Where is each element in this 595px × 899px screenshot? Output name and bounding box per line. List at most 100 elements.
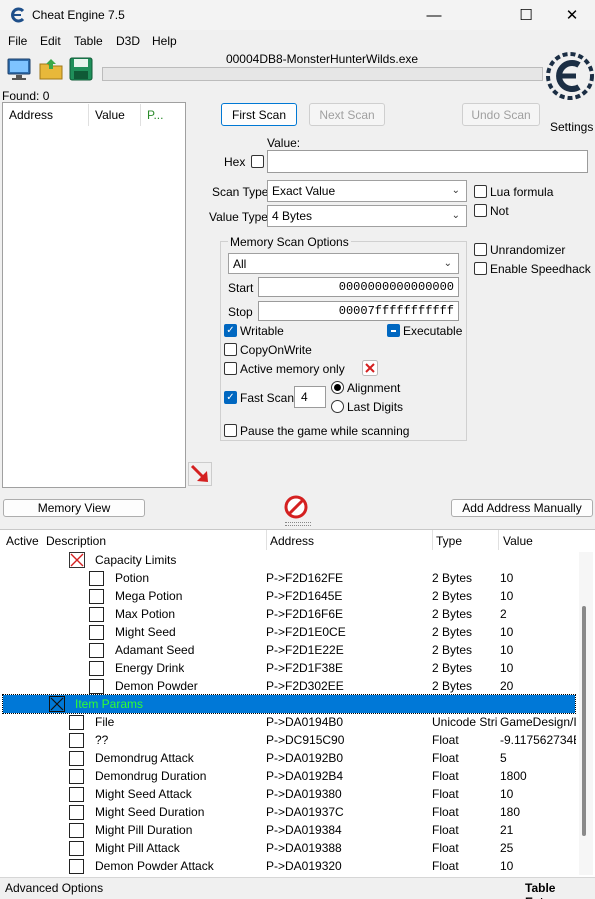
cheat-engine-logo-icon[interactable]	[546, 52, 594, 104]
table-row[interactable]: Might Seed Duration P->DA01937C Float 18…	[0, 803, 578, 821]
start-address-input[interactable]: 0000000000000000	[258, 277, 459, 297]
row-description: Demondrug Attack	[95, 751, 194, 765]
stop-icon[interactable]	[284, 495, 308, 519]
last-digits-radio[interactable]	[331, 400, 344, 413]
alignment-radio[interactable]	[331, 381, 344, 394]
table-col-address[interactable]: Address	[270, 534, 314, 548]
table-row[interactable]: Potion P->F2D162FE 2 Bytes 10	[0, 569, 578, 587]
group-toggle-icon[interactable]	[69, 552, 85, 568]
fast-scan-checkbox[interactable]: ✓	[224, 391, 237, 404]
table-row[interactable]: Mega Potion P->F2D1645E 2 Bytes 10	[0, 587, 578, 605]
advanced-options-link[interactable]: Advanced Options	[5, 881, 103, 895]
settings-label[interactable]: Settings	[550, 120, 593, 134]
close-button[interactable]: ✕	[549, 0, 595, 30]
found-col-address[interactable]: Address	[9, 108, 53, 122]
row-value: 10	[500, 589, 514, 603]
menu-d3d[interactable]: D3D	[116, 34, 140, 48]
memory-region-select[interactable]: All ⌄	[228, 253, 459, 274]
table-row[interactable]: Adamant Seed P->F2D1E22E 2 Bytes 10	[0, 641, 578, 659]
select-process-icon[interactable]	[6, 56, 32, 82]
table-col-description[interactable]: Description	[46, 534, 106, 548]
table-row[interactable]: ?? P->DC915C90 Float -9.117562734E	[0, 731, 578, 749]
row-address: P->F2D162FE	[266, 571, 344, 585]
group-toggle-icon[interactable]	[49, 696, 65, 712]
active-checkbox[interactable]	[89, 643, 104, 658]
splitter-handle[interactable]	[285, 522, 311, 526]
active-checkbox[interactable]	[69, 787, 84, 802]
menu-help[interactable]: Help	[152, 34, 177, 48]
table-col-active[interactable]: Active	[6, 534, 39, 548]
row-address: P->F2D1F38E	[266, 661, 344, 675]
row-description: Capacity Limits	[95, 553, 177, 567]
active-checkbox[interactable]	[69, 715, 84, 730]
table-row[interactable]: Demon Powder Attack P->DA019320 Float 10	[0, 857, 578, 875]
add-to-list-arrow-icon[interactable]	[188, 462, 212, 486]
executable-checkbox[interactable]	[387, 324, 400, 337]
active-checkbox[interactable]	[69, 733, 84, 748]
next-scan-button[interactable]: Next Scan	[309, 103, 385, 126]
active-checkbox[interactable]	[69, 823, 84, 838]
stop-address-input[interactable]: 00007fffffffffff	[258, 301, 459, 321]
table-row-selected[interactable]: Item Params	[2, 694, 576, 714]
table-row[interactable]: Demondrug Duration P->DA0192B4 Float 180…	[0, 767, 578, 785]
active-memory-checkbox[interactable]	[224, 362, 237, 375]
found-col-value[interactable]: Value	[95, 108, 125, 122]
memory-view-button[interactable]: Memory View	[3, 499, 145, 517]
menu-file[interactable]: File	[8, 34, 27, 48]
active-checkbox[interactable]	[89, 679, 104, 694]
table-row[interactable]: Might Pill Duration P->DA019384 Float 21	[0, 821, 578, 839]
save-icon[interactable]	[68, 56, 94, 82]
active-checkbox[interactable]	[69, 859, 84, 874]
writable-label: Writable	[240, 324, 284, 338]
active-checkbox[interactable]	[89, 571, 104, 586]
active-checkbox[interactable]	[89, 589, 104, 604]
active-checkbox[interactable]	[69, 769, 84, 784]
row-type: Float	[432, 859, 459, 873]
row-value: 10	[500, 625, 514, 639]
row-description: Demondrug Duration	[95, 769, 207, 783]
active-checkbox[interactable]	[69, 805, 84, 820]
menu-edit[interactable]: Edit	[40, 34, 61, 48]
copy-on-write-checkbox[interactable]	[224, 343, 237, 356]
unrandomizer-checkbox[interactable]	[474, 243, 487, 256]
not-checkbox[interactable]	[474, 204, 487, 217]
value-type-select[interactable]: 4 Bytes ⌄	[267, 205, 467, 227]
speedhack-checkbox[interactable]	[474, 262, 487, 275]
pause-game-checkbox[interactable]	[224, 424, 237, 437]
minimize-button[interactable]: —	[411, 0, 457, 30]
hex-checkbox[interactable]	[251, 155, 264, 168]
fast-scan-input[interactable]: 4	[294, 386, 326, 408]
active-checkbox[interactable]	[89, 625, 104, 640]
table-row[interactable]: Demon Powder P->F2D302EE 2 Bytes 20	[0, 677, 578, 695]
close-icon[interactable]	[362, 360, 378, 376]
menu-table[interactable]: Table	[74, 34, 103, 48]
row-address: P->DA019320	[266, 859, 342, 873]
found-col-previous[interactable]: P...	[147, 108, 163, 122]
add-address-button[interactable]: Add Address Manually	[451, 499, 593, 517]
maximize-button[interactable]: ☐	[503, 0, 549, 30]
writable-checkbox[interactable]: ✓	[224, 324, 237, 337]
table-extras-link[interactable]: Table Extras	[525, 881, 595, 899]
table-row[interactable]: File P->DA0194B0 Unicode Strir GameDesig…	[0, 713, 578, 731]
active-checkbox[interactable]	[69, 841, 84, 856]
first-scan-button[interactable]: First Scan	[221, 103, 297, 126]
scan-type-select[interactable]: Exact Value ⌄	[267, 180, 467, 202]
table-row[interactable]: Might Seed Attack P->DA019380 Float 10	[0, 785, 578, 803]
active-checkbox[interactable]	[89, 661, 104, 676]
open-folder-icon[interactable]	[38, 56, 64, 82]
active-checkbox[interactable]	[69, 751, 84, 766]
active-checkbox[interactable]	[89, 607, 104, 622]
table-row[interactable]: Might Pill Attack P->DA019388 Float 25	[0, 839, 578, 857]
value-input[interactable]	[267, 150, 588, 173]
lua-formula-checkbox[interactable]	[474, 185, 487, 198]
table-row[interactable]: Max Potion P->F2D16F6E 2 Bytes 2	[0, 605, 578, 623]
table-row[interactable]: Energy Drink P->F2D1F38E 2 Bytes 10	[0, 659, 578, 677]
table-row[interactable]: Demondrug Attack P->DA0192B0 Float 5	[0, 749, 578, 767]
table-col-value[interactable]: Value	[503, 534, 533, 548]
table-row-group[interactable]: Capacity Limits	[0, 551, 578, 569]
scrollbar-thumb[interactable]	[582, 606, 586, 836]
found-list[interactable]	[2, 102, 186, 488]
table-row[interactable]: Might Seed P->F2D1E0CE 2 Bytes 10	[0, 623, 578, 641]
undo-scan-button[interactable]: Undo Scan	[462, 103, 540, 126]
table-col-type[interactable]: Type	[436, 534, 462, 548]
